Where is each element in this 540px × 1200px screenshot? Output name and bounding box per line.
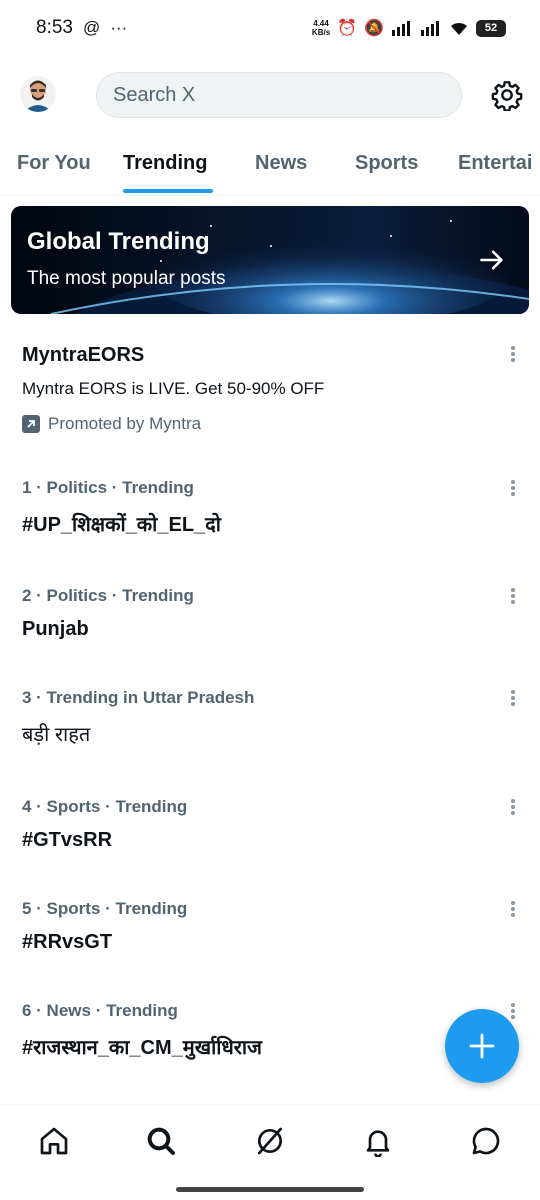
- trend-meta: 3 · Trending in Uttar Pradesh: [22, 688, 255, 707]
- status-time: 8:53: [36, 17, 73, 38]
- bottom-nav: [0, 1104, 540, 1178]
- header: Search X: [0, 64, 540, 130]
- bell-icon[interactable]: [362, 1125, 394, 1157]
- more-options-icon[interactable]: [508, 346, 518, 364]
- tab-entertainment[interactable]: Entertai: [458, 152, 532, 175]
- more-options-icon[interactable]: [508, 690, 518, 708]
- banner-subtitle: The most popular posts: [27, 268, 226, 289]
- promoted-trend[interactable]: MyntraEORS Myntra EORS is LIVE. Get 50-9…: [0, 334, 540, 444]
- alarm-icon: ⏰: [337, 20, 358, 37]
- tab-indicator: [123, 189, 213, 193]
- tab-bar: For You Trending News Sports Entertai: [0, 140, 540, 196]
- tab-sports[interactable]: Sports: [355, 152, 418, 175]
- more-options-icon[interactable]: [508, 901, 518, 919]
- signal-icon-2: [421, 21, 439, 36]
- network-speed: 4.44 KB/s: [311, 19, 331, 37]
- trend-name: #राजस्थान_का_CM_मुर्खाधिराज: [22, 1037, 262, 1059]
- banner-title: Global Trending: [27, 228, 210, 255]
- promoted-by: Promoted by Myntra: [22, 414, 201, 434]
- status-bar: 8:53 @ ··· 4.44 KB/s ⏰ 🔕 52: [0, 0, 540, 56]
- grok-icon[interactable]: [254, 1125, 286, 1157]
- trend-name: Punjab: [22, 618, 89, 640]
- earth-image: [50, 220, 529, 314]
- messages-icon[interactable]: [470, 1125, 502, 1157]
- trend-meta: 5 · Sports · Trending: [22, 899, 188, 918]
- more-options-icon[interactable]: [508, 588, 518, 606]
- signal-icon: [392, 21, 410, 36]
- mute-icon: 🔕: [364, 20, 384, 37]
- search-icon[interactable]: [145, 1125, 177, 1157]
- gear-icon[interactable]: [491, 79, 523, 111]
- trend-meta: 6 · News · Trending: [22, 1001, 178, 1020]
- avatar-image: [20, 76, 56, 112]
- search-placeholder: Search X: [113, 83, 196, 106]
- trend-item[interactable]: 5 · Sports · Trending #RRvsGT: [0, 899, 540, 989]
- promoted-by-label: Promoted by Myntra: [48, 414, 202, 433]
- more-options-icon[interactable]: [508, 1003, 518, 1021]
- more-options-icon[interactable]: [508, 480, 518, 498]
- battery-icon: 52: [476, 19, 506, 37]
- home-icon[interactable]: [38, 1125, 70, 1157]
- tab-news[interactable]: News: [255, 152, 307, 175]
- tab-for-you[interactable]: For You: [17, 152, 91, 175]
- home-indicator: [176, 1187, 364, 1192]
- search-input[interactable]: Search X: [96, 72, 462, 118]
- trend-meta: 4 · Sports · Trending: [22, 797, 188, 816]
- wifi-icon: [451, 22, 467, 35]
- trend-item[interactable]: 3 · Trending in Uttar Pradesh बड़ी राहत: [0, 688, 540, 778]
- promoted-description: Myntra EORS is LIVE. Get 50-90% OFF: [22, 379, 325, 398]
- trend-meta: 2 · Politics · Trending: [22, 586, 194, 605]
- trend-name: बड़ी राहत: [22, 724, 91, 746]
- avatar[interactable]: [20, 76, 56, 112]
- tab-trending[interactable]: Trending: [123, 152, 207, 175]
- promoted-icon: [22, 415, 40, 433]
- promoted-title: MyntraEORS: [22, 344, 145, 366]
- global-trending-banner[interactable]: Global Trending The most popular posts: [11, 206, 529, 314]
- more-options-icon[interactable]: [508, 799, 518, 817]
- trend-name: #GTvsRR: [22, 829, 113, 851]
- trend-item[interactable]: 4 · Sports · Trending #GTvsRR: [0, 797, 540, 887]
- trend-name: #UP_शिक्षकों_को_EL_दो: [22, 514, 221, 536]
- threads-icon: @: [82, 18, 101, 37]
- trend-meta: 1 · Politics · Trending: [22, 478, 194, 497]
- more-notifications-icon: ···: [110, 18, 128, 37]
- compose-button[interactable]: [445, 1009, 519, 1083]
- trend-item[interactable]: 1 · Politics · Trending #UP_शिक्षकों_को_…: [0, 478, 540, 568]
- trend-item[interactable]: 2 · Politics · Trending Punjab: [0, 586, 540, 676]
- trend-name: #RRvsGT: [22, 931, 113, 953]
- plus-icon: [469, 1033, 495, 1059]
- arrow-right-icon: [480, 250, 503, 270]
